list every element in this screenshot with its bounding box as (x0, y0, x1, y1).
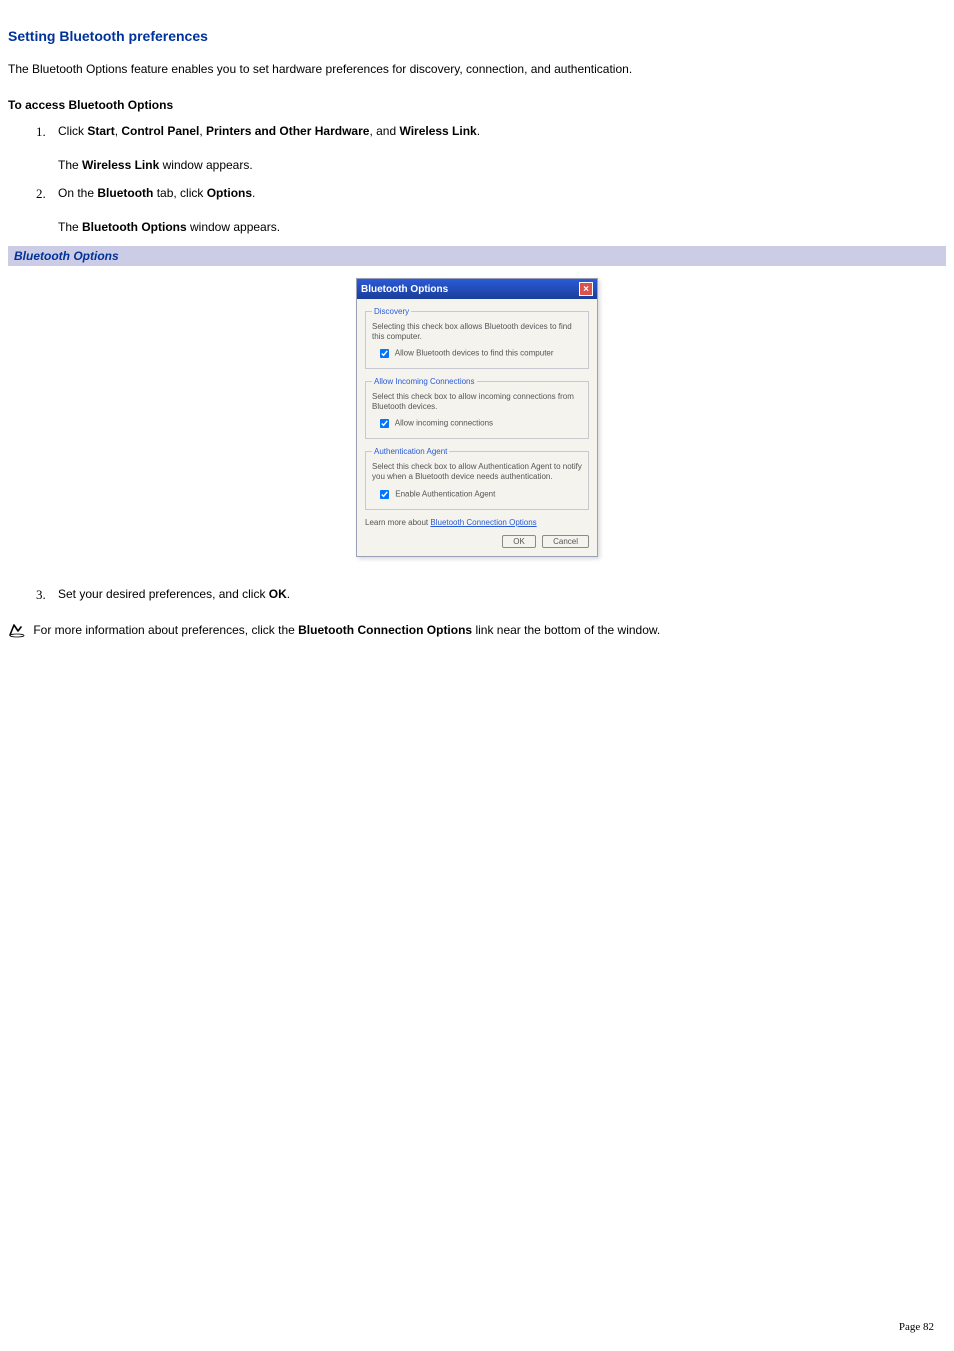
text: , and (369, 124, 399, 138)
text: . (287, 587, 290, 601)
step-number: 3. (36, 585, 46, 605)
discovery-checkbox[interactable] (380, 349, 389, 358)
step-number: 2. (36, 184, 46, 204)
figure-caption: Bluetooth Options (8, 246, 946, 266)
steps-list: 1. Click Start, Control Panel, Printers … (36, 122, 946, 236)
learn-more-line: Learn more about Bluetooth Connection Op… (365, 518, 589, 533)
text: window appears. (187, 220, 280, 234)
text: For more information about preferences, … (30, 623, 298, 637)
group-legend: Allow Incoming Connections (372, 377, 477, 386)
bold: Control Panel (121, 124, 199, 138)
figure-container: Bluetooth Options × Discovery Selecting … (8, 266, 946, 575)
step-follow: The Wireless Link window appears. (58, 156, 946, 174)
page-title: Setting Bluetooth preferences (8, 28, 946, 44)
auth-checkbox[interactable] (380, 490, 389, 499)
page-number: Page 82 (899, 1321, 934, 1333)
group-desc: Select this check box to allow Authentic… (372, 462, 582, 481)
group-desc: Selecting this check box allows Bluetoot… (372, 322, 582, 341)
bluetooth-options-dialog: Bluetooth Options × Discovery Selecting … (356, 278, 598, 557)
incoming-group: Allow Incoming Connections Select this c… (365, 377, 589, 439)
text: window appears. (159, 158, 252, 172)
learn-more-link[interactable]: Bluetooth Connection Options (430, 518, 536, 527)
step-2: 2. On the Bluetooth tab, click Options. … (36, 184, 946, 236)
text: Click (58, 124, 87, 138)
label-text: Allow incoming connections (395, 419, 493, 428)
text: link near the bottom of the window. (472, 623, 660, 637)
bold: Bluetooth (97, 186, 153, 200)
text: . (477, 124, 480, 138)
ok-button[interactable]: OK (502, 535, 536, 548)
step-number: 1. (36, 122, 46, 142)
group-legend: Authentication Agent (372, 447, 449, 456)
bold: Printers and Other Hardware (206, 124, 369, 138)
bold: Bluetooth Options (82, 220, 187, 234)
intro-text: The Bluetooth Options feature enables yo… (8, 60, 946, 78)
text: On the (58, 186, 97, 200)
cancel-button[interactable]: Cancel (542, 535, 589, 548)
text: The (58, 220, 82, 234)
auth-group: Authentication Agent Select this check b… (365, 447, 589, 509)
note-icon (8, 622, 26, 638)
dialog-body: Discovery Selecting this check box allow… (357, 299, 597, 556)
step-3: 3. Set your desired preferences, and cli… (36, 585, 946, 603)
steps-list-continued: 3. Set your desired preferences, and cli… (36, 585, 946, 603)
section-subheading: To access Bluetooth Options (8, 98, 946, 112)
step-1: 1. Click Start, Control Panel, Printers … (36, 122, 946, 174)
incoming-checkbox[interactable] (380, 419, 389, 428)
bold: Bluetooth Connection Options (298, 623, 472, 637)
text: Learn more about (365, 518, 430, 527)
bold: OK (269, 587, 287, 601)
label-text: Enable Authentication Agent (395, 489, 495, 498)
bold: Wireless Link (399, 124, 476, 138)
bold: Wireless Link (82, 158, 159, 172)
dialog-button-row: OK Cancel (365, 533, 589, 550)
text: tab, click (153, 186, 206, 200)
label-text: Allow Bluetooth devices to find this com… (395, 349, 554, 358)
bold: Start (87, 124, 114, 138)
discovery-group: Discovery Selecting this check box allow… (365, 307, 589, 369)
group-legend: Discovery (372, 307, 411, 316)
note-paragraph: For more information about preferences, … (8, 621, 946, 639)
bold: Options (207, 186, 252, 200)
dialog-titlebar: Bluetooth Options × (357, 279, 597, 299)
incoming-checkbox-label[interactable]: Allow incoming connections (378, 417, 582, 430)
group-desc: Select this check box to allow incoming … (372, 392, 582, 411)
text: Set your desired preferences, and click (58, 587, 269, 601)
text: The (58, 158, 82, 172)
dialog-title: Bluetooth Options (361, 284, 448, 295)
auth-checkbox-label[interactable]: Enable Authentication Agent (378, 488, 582, 501)
close-icon[interactable]: × (579, 282, 593, 296)
step-follow: The Bluetooth Options window appears. (58, 218, 946, 236)
discovery-checkbox-label[interactable]: Allow Bluetooth devices to find this com… (378, 347, 582, 360)
text: . (252, 186, 255, 200)
